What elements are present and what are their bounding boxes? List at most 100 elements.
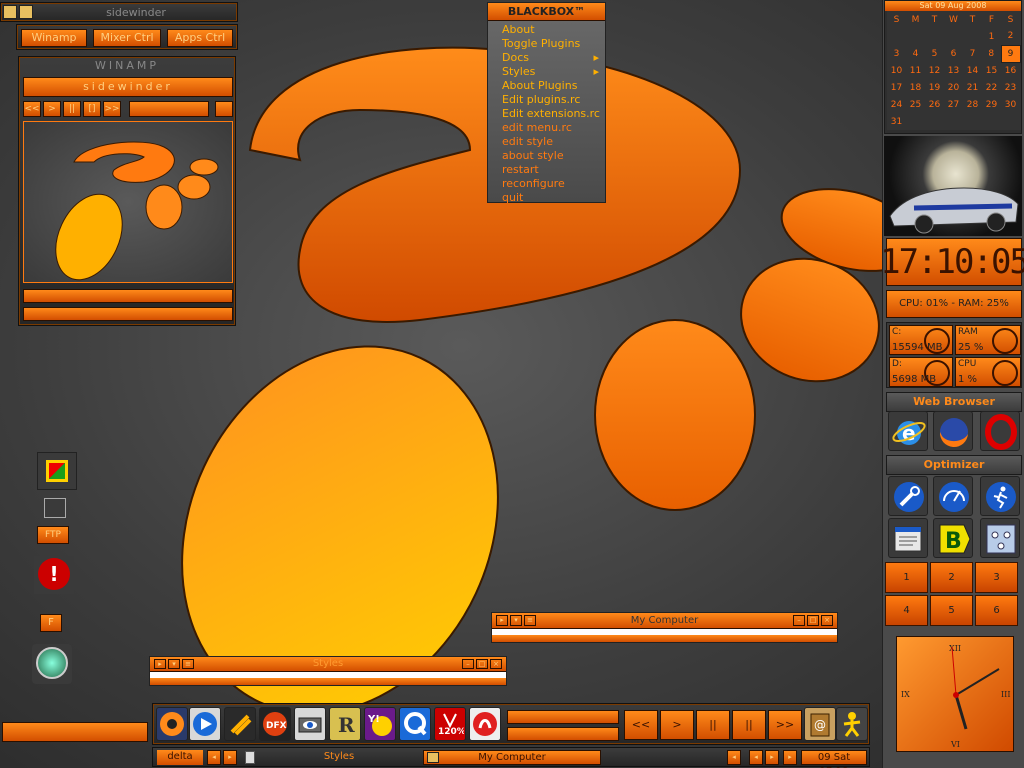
calendar-day[interactable]: 19 bbox=[925, 79, 944, 96]
media-player-icon[interactable] bbox=[189, 707, 221, 741]
task-my-computer[interactable]: My Computer bbox=[423, 750, 601, 765]
pause-button[interactable]: || bbox=[63, 101, 81, 117]
menu-item-edit-menu-rc[interactable]: edit menu.rc bbox=[488, 121, 605, 135]
stop-button[interactable]: [] bbox=[83, 101, 101, 117]
calendar-day[interactable]: 22 bbox=[982, 79, 1001, 96]
calendar-day[interactable]: 7 bbox=[963, 45, 982, 62]
calendar-day[interactable]: 18 bbox=[906, 79, 925, 96]
menu-item-styles[interactable]: Styles ▸ bbox=[488, 65, 605, 79]
calendar-day[interactable]: 26 bbox=[925, 96, 944, 113]
workspace-1[interactable]: 1 bbox=[885, 562, 928, 593]
winamp-launch-icon[interactable] bbox=[156, 707, 188, 741]
calendar-day[interactable]: 6 bbox=[944, 45, 963, 62]
calendar-day[interactable]: 8 bbox=[982, 45, 1001, 62]
calendar-day[interactable]: 3 bbox=[887, 45, 906, 62]
eye-camera-icon[interactable] bbox=[294, 707, 326, 741]
workspace-name[interactable]: delta bbox=[157, 750, 203, 765]
tab-mixer-ctrl[interactable]: Mixer Ctrl bbox=[93, 29, 161, 47]
folder-icon[interactable] bbox=[3, 5, 17, 19]
tab-winamp[interactable]: Winamp bbox=[21, 29, 87, 47]
color-picker-icon[interactable] bbox=[37, 452, 77, 490]
task-styles[interactable]: Styles bbox=[259, 750, 419, 765]
alert-icon[interactable]: ! bbox=[34, 556, 74, 594]
calendar-day[interactable]: 21 bbox=[963, 79, 982, 96]
next-button[interactable]: >> bbox=[103, 101, 121, 117]
menu-item-about-style[interactable]: about style bbox=[488, 149, 605, 163]
r-icon[interactable]: R bbox=[329, 707, 361, 741]
seek-bar[interactable] bbox=[129, 101, 209, 117]
firefox-icon[interactable] bbox=[933, 411, 973, 451]
window-next-button[interactable]: ▸ bbox=[783, 750, 797, 765]
workspace-3[interactable]: 3 bbox=[975, 562, 1018, 593]
yahoo-messenger-icon[interactable]: Y! bbox=[364, 707, 396, 741]
close-button[interactable]: × bbox=[490, 659, 502, 669]
calendar-day[interactable]: 28 bbox=[963, 96, 982, 113]
menu-item-restart[interactable]: restart bbox=[488, 163, 605, 177]
window-prev-button[interactable]: ▸ bbox=[765, 750, 779, 765]
wrench-icon[interactable] bbox=[888, 476, 928, 516]
opera-icon[interactable] bbox=[980, 411, 1020, 451]
calendar-day[interactable]: 25 bbox=[906, 96, 925, 113]
window-icon[interactable] bbox=[44, 498, 66, 518]
calendar-day[interactable]: 13 bbox=[944, 62, 963, 79]
calendar-day[interactable]: 16 bbox=[1001, 62, 1020, 79]
calendar-day[interactable]: 27 bbox=[944, 96, 963, 113]
eject-button[interactable] bbox=[215, 101, 233, 117]
acrobat-icon[interactable]: 120% bbox=[434, 707, 466, 741]
calendar-day[interactable]: 31 bbox=[887, 113, 906, 130]
folder-icon[interactable] bbox=[19, 5, 33, 19]
menu-item-toggle-plugins[interactable]: Toggle Plugins bbox=[488, 37, 605, 51]
prev-button[interactable]: << bbox=[23, 101, 41, 117]
maximize-button[interactable]: □ bbox=[476, 659, 488, 669]
speedometer-icon[interactable] bbox=[933, 476, 973, 516]
registry-icon[interactable] bbox=[888, 518, 928, 558]
workspace-6[interactable]: 6 bbox=[975, 595, 1018, 626]
workspace-5[interactable]: 5 bbox=[930, 595, 973, 626]
minimize-button[interactable]: – bbox=[462, 659, 474, 669]
menu-item-reconfigure[interactable]: reconfigure bbox=[488, 177, 605, 191]
taskbar-clock[interactable]: 09 Sat 17:10 bbox=[801, 750, 867, 768]
maximize-button[interactable]: □ bbox=[807, 615, 819, 626]
minimize-button[interactable]: – bbox=[793, 615, 805, 626]
calendar-day[interactable]: 29 bbox=[982, 96, 1001, 113]
nero-icon[interactable] bbox=[469, 707, 501, 741]
calendar-day[interactable]: 24 bbox=[887, 96, 906, 113]
my-computer-titlebar[interactable]: ▸ ▾ ≡ My Computer – □ × bbox=[492, 613, 837, 629]
winamp-bolt-icon[interactable] bbox=[224, 707, 256, 741]
calendar-day[interactable]: 12 bbox=[925, 62, 944, 79]
calendar-day[interactable]: 11 bbox=[906, 62, 925, 79]
play-button[interactable]: > bbox=[43, 101, 61, 117]
volume-slider[interactable] bbox=[23, 289, 233, 303]
calendar-day[interactable]: 2 bbox=[1001, 28, 1020, 45]
quicktime-icon[interactable] bbox=[399, 707, 431, 741]
menu-item-about[interactable]: About bbox=[488, 23, 605, 37]
calendar-day[interactable]: 4 bbox=[906, 45, 925, 62]
calendar-day[interactable]: 5 bbox=[925, 45, 944, 62]
taskbar-next-button[interactable]: >> bbox=[768, 710, 802, 740]
menu-item-edit-style[interactable]: edit style bbox=[488, 135, 605, 149]
task-prev-button[interactable]: ◂ bbox=[727, 750, 741, 765]
calendar-day[interactable]: 9 bbox=[1000, 44, 1021, 63]
b-icon[interactable]: B bbox=[933, 518, 973, 558]
calendar-day[interactable]: 15 bbox=[982, 62, 1001, 79]
task-next-button[interactable]: ◂ bbox=[749, 750, 763, 765]
taskbar-prev-button[interactable]: << bbox=[624, 710, 658, 740]
taskbar-pause-button[interactable]: || bbox=[696, 710, 730, 740]
calendar-day[interactable]: 14 bbox=[963, 62, 982, 79]
dfx-icon[interactable]: DFX bbox=[259, 707, 291, 741]
close-button[interactable]: × bbox=[821, 615, 833, 626]
calendar-day[interactable]: 30 bbox=[1001, 96, 1020, 113]
address-book-icon[interactable]: @ bbox=[804, 707, 836, 741]
balance-slider[interactable] bbox=[23, 307, 233, 321]
menu-item-docs[interactable]: Docs ▸ bbox=[488, 51, 605, 65]
workspace-next-button[interactable]: ▸ bbox=[223, 750, 237, 765]
menu-item-about-plugins[interactable]: About Plugins bbox=[488, 79, 605, 93]
ftp-icon[interactable]: FTP bbox=[37, 526, 69, 544]
calendar-day[interactable]: 17 bbox=[887, 79, 906, 96]
workspace-prev-button[interactable]: ◂ bbox=[207, 750, 221, 765]
network-icon[interactable] bbox=[980, 518, 1020, 558]
f-icon[interactable]: F bbox=[40, 614, 62, 632]
aim-icon[interactable] bbox=[836, 707, 868, 741]
workspace-2[interactable]: 2 bbox=[930, 562, 973, 593]
taskbar-play-button[interactable]: > bbox=[660, 710, 694, 740]
